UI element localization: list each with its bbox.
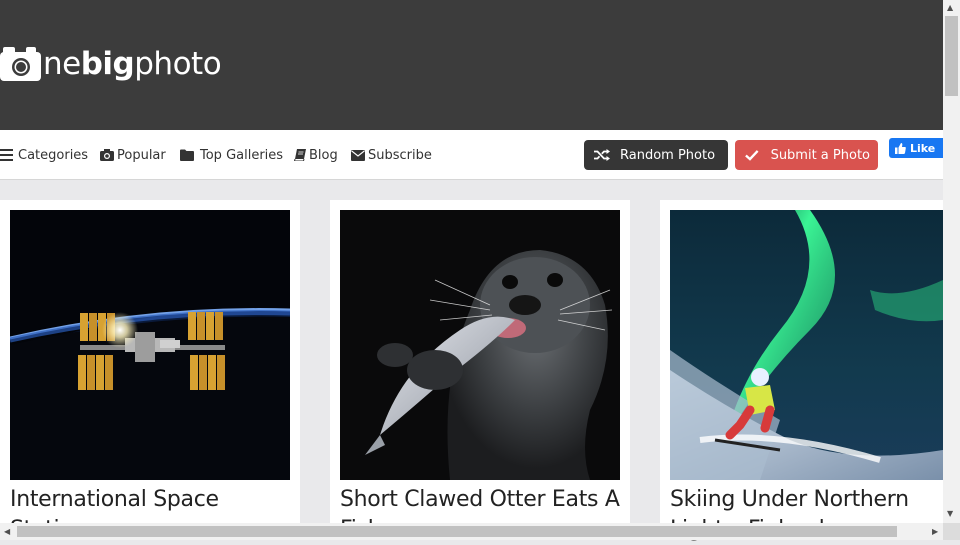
thumbs-up-icon	[895, 142, 906, 154]
iss-image	[10, 210, 290, 480]
nav-top-galleries[interactable]: Top Galleries	[180, 147, 283, 163]
photo-thumbnail-aurora[interactable]	[670, 210, 943, 480]
scroll-up-arrow-icon[interactable]: ▲	[947, 4, 953, 12]
photo-card[interactable]: International Space Station	[0, 200, 300, 542]
facebook-like-button[interactable]: Like	[889, 138, 943, 158]
folder-icon	[180, 149, 194, 161]
photo-thumbnail-otter[interactable]	[340, 210, 620, 480]
nav-popular[interactable]: Popular	[100, 147, 166, 163]
photo-card[interactable]: Short Clawed Otter Eats A Fish	[330, 200, 630, 542]
camera-icon	[0, 47, 41, 81]
nav-popular-label: Popular	[117, 147, 166, 163]
bars-icon	[0, 149, 13, 161]
nav-subscribe-label: Subscribe	[368, 147, 432, 163]
random-photo-label: Random Photo	[620, 147, 716, 163]
otter-image	[340, 210, 620, 480]
logo-text: nebigphoto	[43, 46, 222, 82]
nav-top-galleries-label: Top Galleries	[200, 147, 284, 163]
submit-photo-button[interactable]: Submit a Photo	[735, 140, 878, 170]
scroll-right-arrow-icon[interactable]: ▶	[932, 528, 938, 536]
book-icon	[294, 149, 306, 161]
facebook-like-label: Like	[910, 141, 936, 155]
nav-categories-label: Categories	[18, 147, 89, 163]
shuffle-icon	[594, 149, 610, 161]
nav-blog[interactable]: Blog	[294, 147, 338, 163]
vertical-scrollbar-thumb[interactable]	[945, 16, 958, 96]
site-header: nebigphoto	[0, 0, 943, 130]
site-logo[interactable]: nebigphoto	[0, 46, 222, 82]
random-photo-button[interactable]: Random Photo	[584, 140, 728, 170]
nav-subscribe[interactable]: Subscribe	[351, 147, 432, 163]
aurora-image	[670, 210, 943, 480]
scrollbar-corner	[943, 523, 960, 540]
envelope-icon	[351, 149, 365, 161]
submit-photo-label: Submit a Photo	[770, 147, 870, 163]
camera-icon	[100, 149, 114, 161]
horizontal-scrollbar-thumb[interactable]	[17, 526, 897, 537]
photo-thumbnail-iss[interactable]	[10, 210, 290, 480]
nav-blog-label: Blog	[309, 147, 338, 163]
main-nav: Categories Popular Top Galleries Blog Su…	[0, 130, 943, 180]
scroll-left-arrow-icon[interactable]: ◀	[4, 528, 10, 536]
check-icon	[745, 150, 759, 161]
scroll-down-arrow-icon[interactable]: ▼	[947, 510, 953, 518]
photo-card[interactable]: Skiing Under Northern Lights, Finland	[660, 200, 943, 542]
nav-categories[interactable]: Categories	[0, 147, 88, 163]
